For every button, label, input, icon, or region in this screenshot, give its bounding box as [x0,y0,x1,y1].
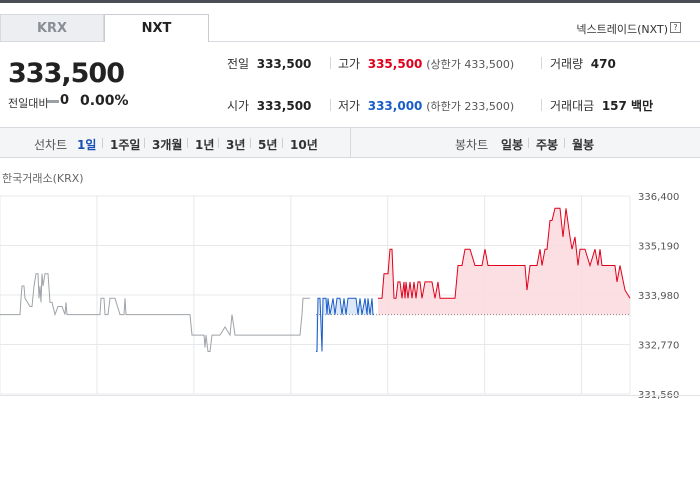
y-tick-label: 333,980 [638,291,679,302]
series-fill-nxt-up [378,208,630,315]
chart-fills [316,208,630,352]
y-tick-label: 335,190 [638,242,679,253]
y-axis-ticks: 336,400335,190333,980332,770331,560 [638,192,679,401]
chart-bottom-border [0,395,700,396]
series-line-krx [0,273,310,352]
price-chart: 336,400335,190333,980332,770331,560 [0,192,679,401]
y-tick-label: 336,400 [638,192,679,203]
y-tick-label: 332,770 [638,341,679,352]
